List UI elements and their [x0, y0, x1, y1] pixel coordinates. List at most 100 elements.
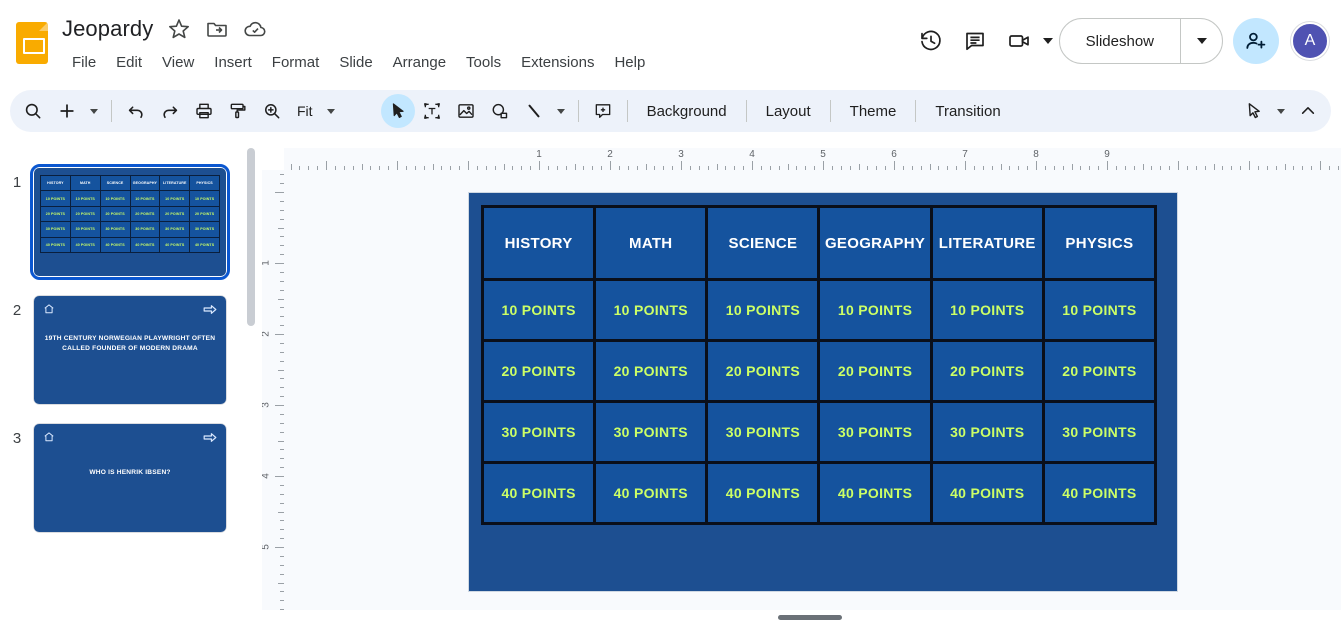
points-cell[interactable]: 10 POINTS	[932, 281, 1042, 340]
menu-arrange[interactable]: Arrange	[383, 49, 456, 77]
filmstrip-slide-1[interactable]: 1 HISTORY MATH SCIENCE GEOGRAPHY LITERAT…	[0, 164, 230, 280]
category-cell[interactable]: PHYSICS	[1044, 208, 1154, 279]
laser-dropdown-caret[interactable]	[1271, 94, 1291, 128]
points-cell[interactable]: 20 POINTS	[596, 342, 706, 401]
line-dropdown-caret[interactable]	[551, 94, 571, 128]
laser-pointer-icon[interactable]	[1237, 94, 1271, 128]
meet-camera-icon[interactable]	[997, 19, 1041, 63]
move-to-folder-icon[interactable]	[205, 17, 229, 41]
canvas-horizontal-scrollbar[interactable]	[778, 615, 842, 620]
search-icon[interactable]	[16, 94, 50, 128]
points-cell[interactable]: 20 POINTS	[820, 342, 930, 401]
points-cell[interactable]: 10 POINTS	[596, 281, 706, 340]
points-cell[interactable]: 30 POINTS	[1044, 403, 1154, 462]
ruler-tick	[275, 334, 284, 335]
undo-icon[interactable]	[119, 94, 153, 128]
points-cell[interactable]: 30 POINTS	[820, 403, 930, 462]
ruler-tick	[894, 161, 895, 170]
redo-icon[interactable]	[153, 94, 187, 128]
line-icon[interactable]	[517, 94, 551, 128]
zoom-icon[interactable]	[255, 94, 289, 128]
share-person-add-icon[interactable]	[1233, 18, 1279, 64]
filmstrip-scrollbar[interactable]	[247, 148, 255, 326]
points-cell[interactable]: 10 POINTS	[820, 281, 930, 340]
menu-view[interactable]: View	[152, 49, 204, 77]
add-slide-dropdown-caret[interactable]	[84, 94, 104, 128]
points-cell[interactable]: 20 POINTS	[1044, 342, 1154, 401]
slide-thumbnail-1[interactable]: HISTORY MATH SCIENCE GEOGRAPHY LITERATUR…	[30, 164, 230, 280]
horizontal-ruler[interactable]: 1 2 3 4 5 6 7 8 9	[284, 148, 1341, 170]
ruler-label: 3	[678, 149, 684, 160]
slide-thumbnail-3[interactable]: WHO IS HENRIK IBSEN?	[34, 424, 226, 532]
filmstrip-slide-2[interactable]: 2 19TH CENTURY NORWEGIAN PLAYWRIGHT OFTE…	[0, 296, 226, 404]
add-slide-icon[interactable]	[50, 94, 84, 128]
comment-icon[interactable]	[953, 19, 997, 63]
points-cell[interactable]: 40 POINTS	[932, 464, 1042, 522]
slide-thumbnail-2[interactable]: 19TH CENTURY NORWEGIAN PLAYWRIGHT OFTEN …	[34, 296, 226, 404]
star-icon[interactable]	[167, 17, 191, 41]
points-cell[interactable]: 40 POINTS	[1044, 464, 1154, 522]
menu-tools[interactable]: Tools	[456, 49, 511, 77]
background-button[interactable]: Background	[635, 97, 739, 126]
slide-canvas-area[interactable]: HISTORY MATH SCIENCE GEOGRAPHY LITERATUR…	[284, 170, 1341, 610]
points-cell[interactable]: 10 POINTS	[1044, 281, 1154, 340]
shape-icon[interactable]	[483, 94, 517, 128]
menu-help[interactable]: Help	[604, 49, 655, 77]
insert-image-icon[interactable]	[449, 94, 483, 128]
layout-button[interactable]: Layout	[754, 97, 823, 126]
mini-cell: 30 POINTS	[130, 222, 160, 237]
points-cell[interactable]: 30 POINTS	[708, 403, 818, 462]
points-cell[interactable]: 20 POINTS	[484, 342, 594, 401]
category-cell[interactable]: HISTORY	[484, 208, 594, 279]
points-cell[interactable]: 30 POINTS	[932, 403, 1042, 462]
meet-dropdown-caret[interactable]	[1042, 38, 1053, 44]
version-history-icon[interactable]	[909, 19, 953, 63]
avatar[interactable]: A	[1291, 22, 1329, 60]
points-cell[interactable]: 40 POINTS	[484, 464, 594, 522]
mini-cell: GEOGRAPHY	[130, 176, 160, 191]
transition-button[interactable]: Transition	[923, 97, 1012, 126]
ruler-tick	[275, 192, 284, 193]
menu-insert[interactable]: Insert	[204, 49, 262, 77]
zoom-level-label[interactable]: Fit	[289, 103, 321, 119]
category-cell[interactable]: LITERATURE	[932, 208, 1042, 279]
slideshow-button[interactable]: Slideshow	[1060, 19, 1180, 63]
filmstrip-slide-3[interactable]: 3 WHO IS HENRIK IBSEN?	[0, 424, 226, 532]
slideshow-dropdown-caret[interactable]	[1180, 19, 1222, 63]
paint-format-icon[interactable]	[221, 94, 255, 128]
select-cursor-icon[interactable]	[380, 94, 415, 128]
text-box-icon[interactable]	[415, 94, 449, 128]
points-cell[interactable]: 40 POINTS	[708, 464, 818, 522]
points-cell[interactable]: 40 POINTS	[820, 464, 930, 522]
points-cell[interactable]: 10 POINTS	[484, 281, 594, 340]
menu-format[interactable]: Format	[262, 49, 330, 77]
cloud-saved-icon[interactable]	[243, 17, 267, 41]
menu-file[interactable]: File	[62, 49, 106, 77]
points-cell[interactable]: 10 POINTS	[708, 281, 818, 340]
menu-edit[interactable]: Edit	[106, 49, 152, 77]
menu-extensions[interactable]: Extensions	[511, 49, 604, 77]
zoom-dropdown-caret[interactable]	[321, 94, 341, 128]
points-cell[interactable]: 20 POINTS	[708, 342, 818, 401]
ruler-label: 5	[820, 149, 826, 160]
category-cell[interactable]: GEOGRAPHY	[820, 208, 930, 279]
page-title[interactable]: Jeopardy	[62, 14, 153, 44]
points-cell[interactable]: 30 POINTS	[596, 403, 706, 462]
add-comment-icon[interactable]	[586, 94, 620, 128]
points-cell[interactable]: 40 POINTS	[596, 464, 706, 522]
points-cell[interactable]: 20 POINTS	[932, 342, 1042, 401]
theme-button[interactable]: Theme	[838, 97, 909, 126]
home-icon	[43, 431, 55, 443]
mini-cell: SCIENCE	[100, 176, 130, 191]
points-cell[interactable]: 30 POINTS	[484, 403, 594, 462]
category-cell[interactable]: MATH	[596, 208, 706, 279]
current-slide[interactable]: HISTORY MATH SCIENCE GEOGRAPHY LITERATUR…	[468, 192, 1178, 592]
vertical-ruler[interactable]: 1 2 3 4 5	[262, 170, 284, 610]
mini-cell: PHYSICS	[190, 176, 219, 191]
ruler-tick	[965, 161, 966, 170]
menu-slide[interactable]: Slide	[329, 49, 382, 77]
print-icon[interactable]	[187, 94, 221, 128]
collapse-toolbar-icon[interactable]	[1291, 94, 1325, 128]
ruler-tick	[1320, 161, 1321, 170]
category-cell[interactable]: SCIENCE	[708, 208, 818, 279]
